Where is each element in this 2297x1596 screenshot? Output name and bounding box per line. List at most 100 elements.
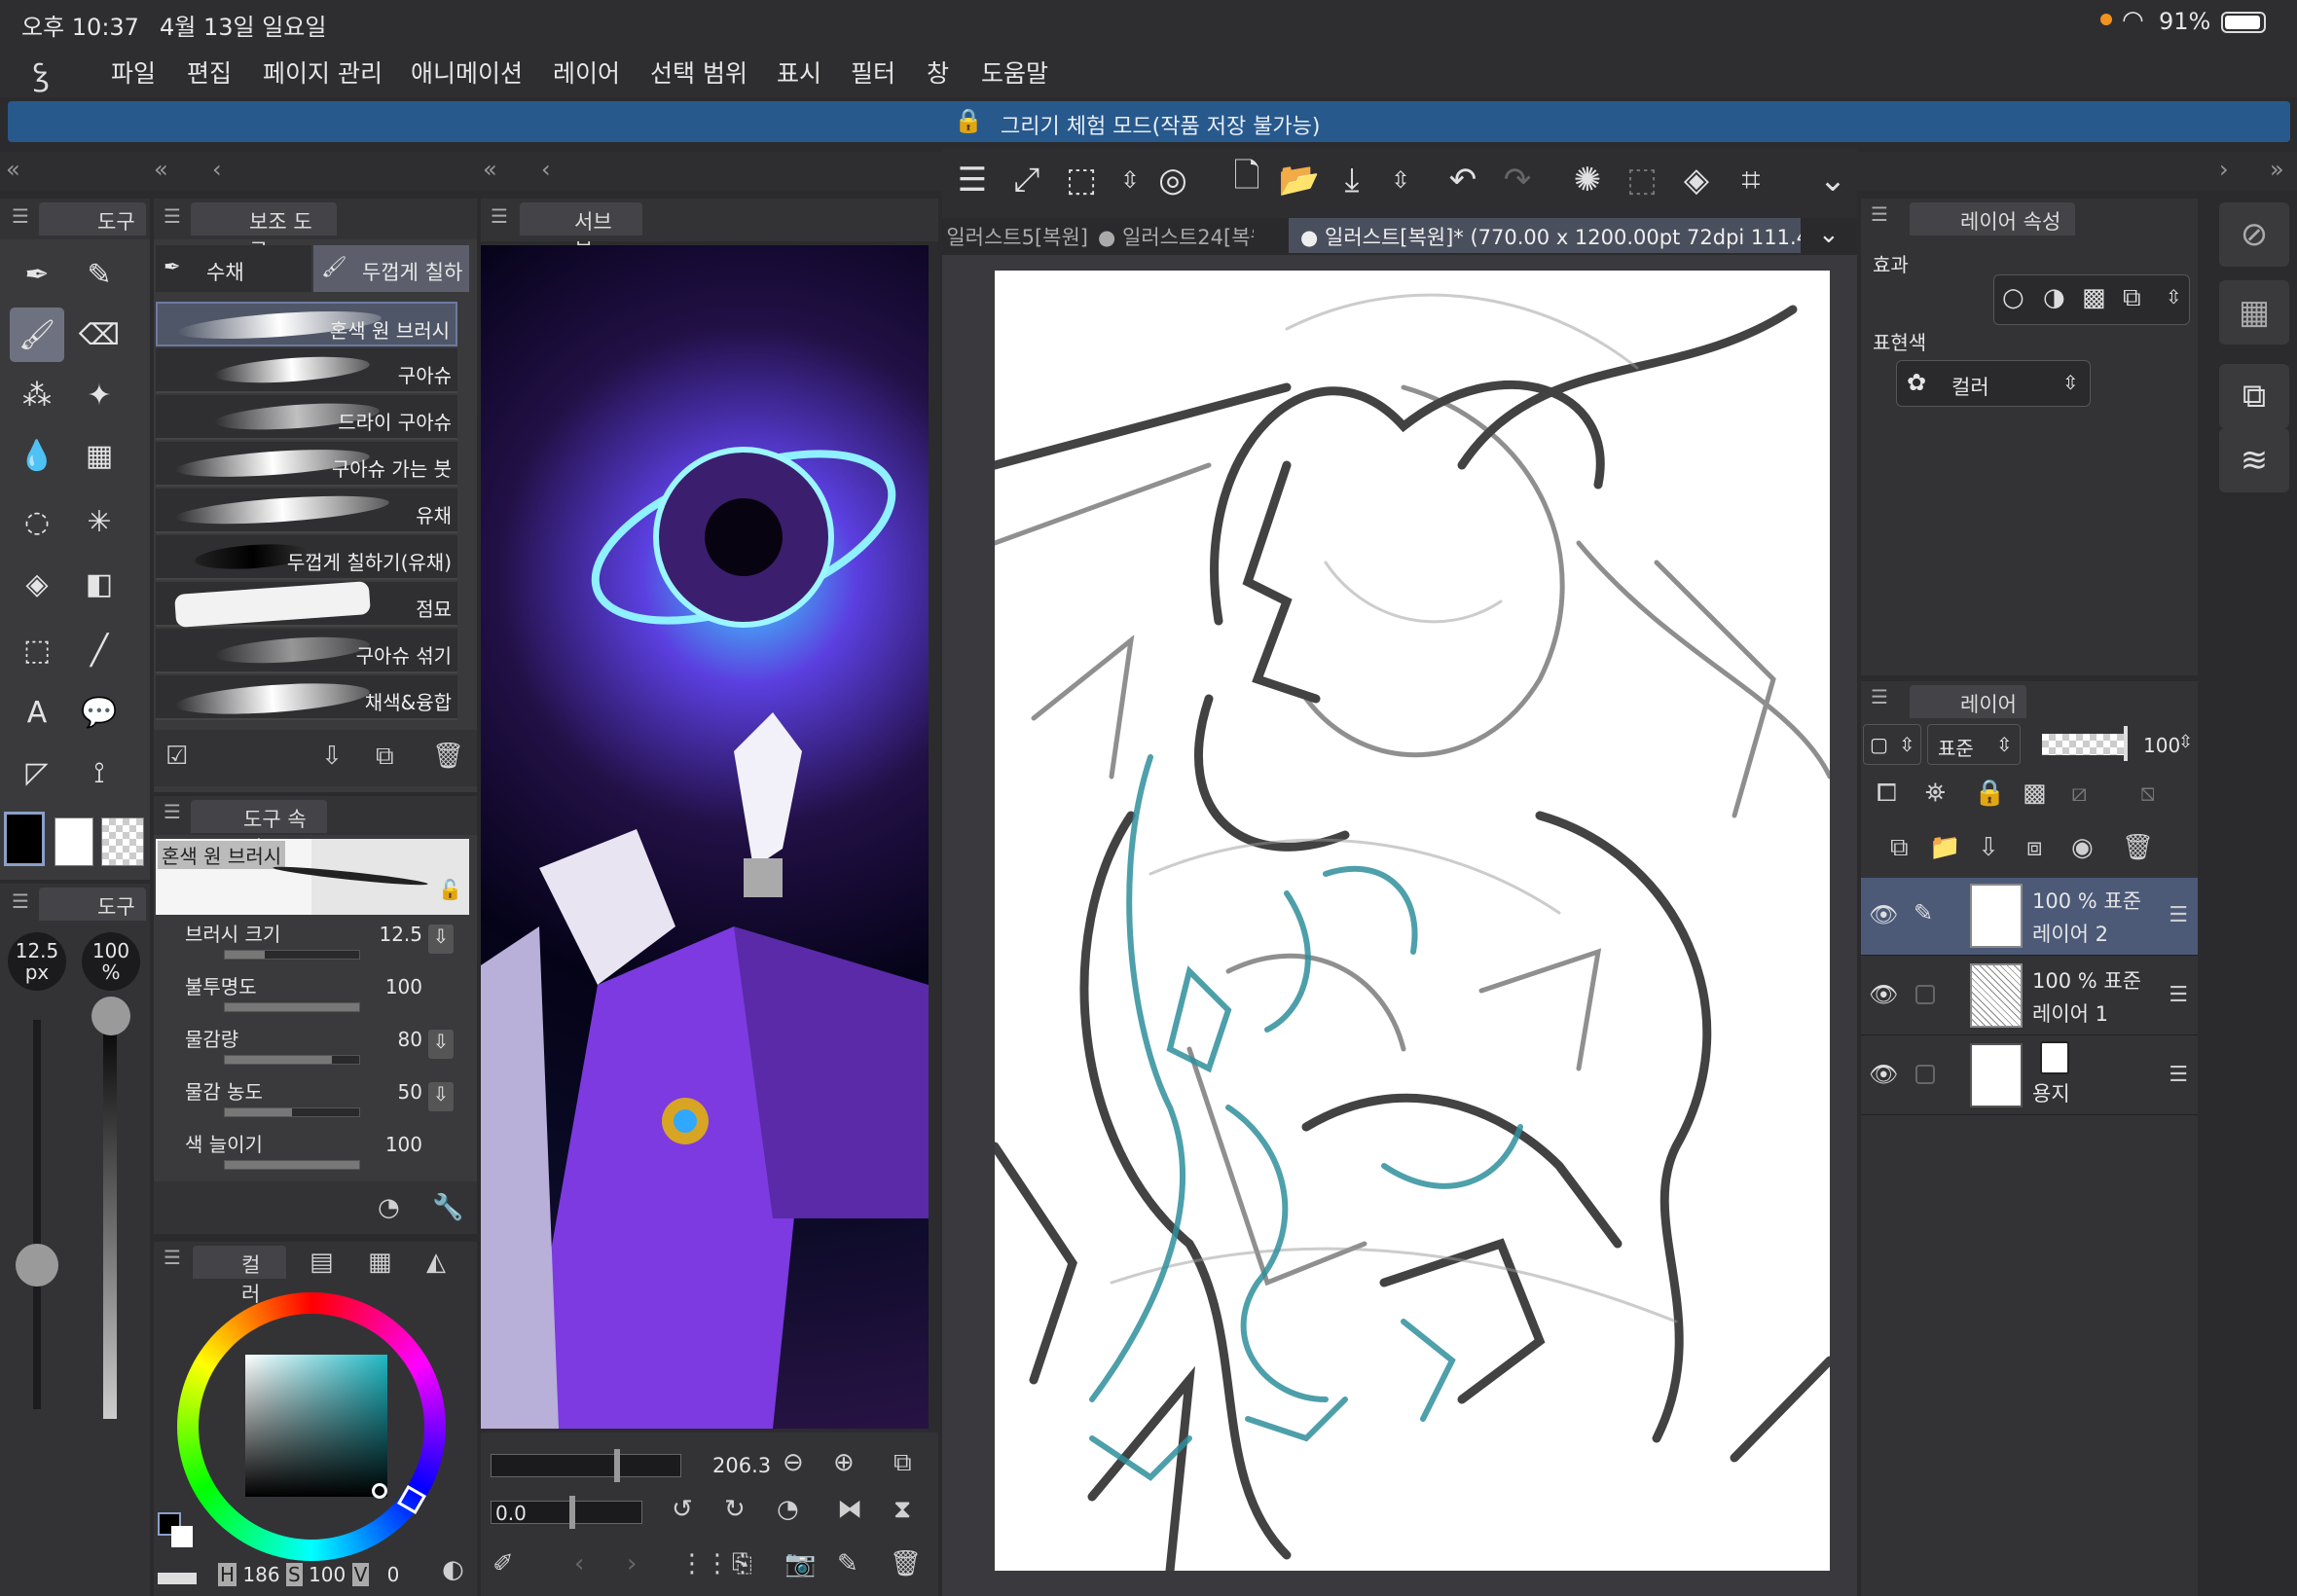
stepper-down-icon[interactable]: ⇩ <box>428 1030 454 1059</box>
panel-menu-icon-8[interactable]: ☰ <box>1871 685 1888 708</box>
new-folder-icon[interactable]: 📁 <box>1929 833 1960 862</box>
color-slider-tab-icon[interactable]: ▤ <box>310 1248 334 1277</box>
layer-mask-icon[interactable]: ◉ <box>2071 833 2094 862</box>
new-raster-layer-icon[interactable]: ⧉ <box>1890 833 1909 863</box>
menu-help[interactable]: 도움말 <box>981 54 1048 90</box>
ruler-tool-icon[interactable]: ⟟ <box>72 745 127 800</box>
hamburger-icon[interactable]: ☰ <box>948 156 997 204</box>
crop-icon[interactable]: ⌗ <box>1727 156 1775 204</box>
app-logo-icon[interactable]: ꝣ <box>33 53 49 94</box>
brush-size-slider-handle[interactable] <box>16 1244 58 1287</box>
magic-wand-icon[interactable]: ✳ <box>72 494 127 549</box>
menu-animation[interactable]: 애니메이션 <box>411 54 523 90</box>
wrench-icon[interactable]: 🔧 <box>432 1193 463 1222</box>
panel-menu-icon-6[interactable]: ☰ <box>491 204 508 228</box>
lasso-tool-icon[interactable]: ◌ <box>10 494 64 549</box>
brush-item[interactable]: 채색&융합 <box>156 675 457 720</box>
panel-menu-icon[interactable]: ☰ <box>12 204 29 228</box>
pen-tool-icon[interactable]: ✒ <box>10 247 64 302</box>
reference-layer-icon[interactable]: ⛯ <box>1925 779 1946 809</box>
eraser-tool-icon[interactable]: ⌫ <box>72 308 127 362</box>
mini-sub-color[interactable] <box>171 1526 193 1547</box>
combine-down-icon[interactable]: ⧈ <box>2026 833 2043 863</box>
layer-color-icon[interactable]: ⧉ <box>2123 283 2141 313</box>
effect-stepper-icon[interactable]: ⇳ <box>2166 285 2182 308</box>
layer-row[interactable]: 👁 ✎ 100 % 표준 레이어 2 ☰ <box>1861 878 2198 956</box>
blend-mode-select[interactable]: 표준 ⇳ <box>1927 724 2021 765</box>
brush-item[interactable]: 두껍게 칠하기(유채) <box>156 535 457 580</box>
flip-vertical-icon[interactable]: ⧗ <box>893 1495 911 1525</box>
brush-item[interactable]: 점묘 <box>156 581 457 628</box>
visibility-eye-icon[interactable]: 👁 <box>1869 981 1898 1008</box>
fit-view-icon[interactable]: ⧉ <box>893 1448 912 1478</box>
redo-icon[interactable]: ↷ <box>1493 156 1542 204</box>
opacity-slider-bar[interactable] <box>2042 726 2128 761</box>
balloon-tool-icon[interactable]: 💬 <box>72 685 127 740</box>
tab-layer-property[interactable]: 레이어 속성 <box>1910 202 2075 236</box>
frame-tool-icon[interactable]: ◸ <box>10 745 64 800</box>
save-icon[interactable]: ⤓ <box>1328 156 1376 204</box>
lock-icon-2[interactable]: 🔓 <box>438 878 462 901</box>
layer-menu-icon[interactable]: ☰ <box>2169 1063 2188 1087</box>
property-bar[interactable] <box>224 1002 360 1012</box>
zoom-slider[interactable] <box>491 1449 681 1482</box>
panel-menu-icon-5[interactable]: ☰ <box>164 1246 181 1269</box>
property-bar[interactable] <box>224 1107 360 1117</box>
collapse-left-icon-3[interactable]: « <box>483 156 497 183</box>
decoration-tool-icon[interactable]: ✦ <box>72 368 127 422</box>
tone-icon[interactable]: ▩ <box>2082 283 2106 312</box>
stepper-icon[interactable]: ⇳ <box>1106 156 1154 204</box>
edit-image-icon[interactable]: ✎ <box>837 1549 858 1578</box>
edit-checkbox[interactable] <box>1915 985 1935 1004</box>
zoom-out-icon[interactable]: ⊖ <box>783 1448 804 1477</box>
tab-layers[interactable]: 레이어 <box>1910 685 2026 718</box>
brush-item[interactable]: 드라이 구아슈 <box>156 395 457 440</box>
rotate-left-icon[interactable]: ↺ <box>672 1495 693 1524</box>
mask-enable-icon[interactable]: ⧄ <box>2071 779 2088 809</box>
delete-layer-icon[interactable]: 🗑 <box>2122 833 2154 862</box>
next-image-icon[interactable]: › <box>627 1549 637 1578</box>
navigator-icon[interactable]: ⊘ <box>2219 202 2289 267</box>
reset-icon[interactable]: ◔ <box>378 1193 400 1222</box>
chevron-left-icon[interactable]: ‹ <box>212 156 222 183</box>
undo-icon[interactable]: ↶ <box>1439 156 1487 204</box>
transparent-mini-swatch[interactable] <box>158 1573 197 1584</box>
intermediate-color-tab-icon[interactable]: ◭ <box>426 1248 446 1277</box>
drawing-canvas[interactable] <box>995 271 1830 1571</box>
layers-dock-icon[interactable]: ≋ <box>2219 428 2289 492</box>
collapse-left-icon[interactable]: « <box>6 156 20 183</box>
rotate-slider[interactable]: 0.0 <box>491 1496 642 1529</box>
gradient-tool-icon[interactable]: ◧ <box>72 557 127 611</box>
transparent-color-swatch[interactable] <box>101 817 144 866</box>
brush-item[interactable]: 구아슈 가는 붓 <box>156 442 457 487</box>
menu-page[interactable]: 페이지 관리 <box>263 54 383 90</box>
stepper-down-icon[interactable]: ⇩ <box>428 925 454 954</box>
canvas-area[interactable] <box>942 255 1857 1596</box>
menu-filter[interactable]: 필터 <box>851 54 895 90</box>
brush-item[interactable]: 구아슈 섞기 <box>156 629 457 673</box>
opacity-slider[interactable] <box>103 1010 117 1419</box>
border-effect-icon[interactable]: ○ <box>2002 283 2024 312</box>
property-brush-size[interactable]: 브러시 크기 12.5 ⇩ <box>175 913 457 965</box>
stepper-icon-2[interactable]: ⇳ <box>1376 156 1425 204</box>
layer-row[interactable]: 👁 용지 ☰ <box>1861 1037 2198 1115</box>
sub-color-swatch[interactable] <box>55 817 93 866</box>
tab-subview[interactable]: 서브 뷰 <box>520 202 642 263</box>
tab-illust-active[interactable]: ● 일러스트[복원]* (770.00 x 1200.00pt 72dpi 11… <box>1289 218 1801 253</box>
property-opacity[interactable]: 불투명도 100 <box>175 965 457 1018</box>
visibility-eye-icon[interactable]: 👁 <box>1869 901 1898 928</box>
tab-illust5[interactable]: 일러스트5[복원] <box>942 218 1088 253</box>
selection-icon[interactable]: ⬚ <box>1618 156 1666 204</box>
grid-tool-icon[interactable]: ▦ <box>72 428 127 483</box>
lock-layer-icon[interactable]: 🔒 <box>1974 779 2005 808</box>
property-paint-amount[interactable]: 물감량 80 ⇩ <box>175 1018 457 1070</box>
rotate-right-icon[interactable]: ↻ <box>724 1495 746 1524</box>
rotate-canvas-icon[interactable]: ◎ <box>1148 156 1197 204</box>
menu-edit[interactable]: 편집 <box>187 54 232 90</box>
visibility-eye-icon[interactable]: 👁 <box>1869 1061 1898 1088</box>
layer-menu-icon[interactable]: ☰ <box>2169 983 2188 1007</box>
flip-horizontal-icon[interactable]: ⧓ <box>837 1495 862 1524</box>
opacity-slider-handle[interactable] <box>91 997 130 1035</box>
property-bar[interactable] <box>224 950 360 960</box>
property-bar[interactable] <box>224 1055 360 1065</box>
